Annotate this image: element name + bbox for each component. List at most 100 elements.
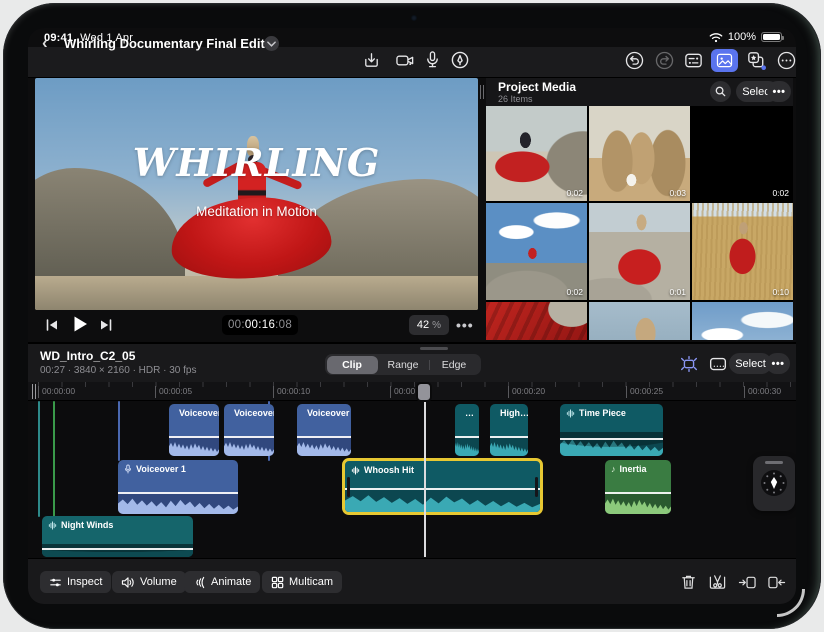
header-more-icon[interactable] [776,50,796,71]
timeline-drag-handle[interactable] [420,347,448,350]
badge-dot [761,65,766,70]
project-title[interactable]: Whirling Documentary Final Edit [64,36,265,51]
clip-duration: 0:10 [772,287,789,297]
viewer-subtitle-overlay: Meditation in Motion [196,204,317,219]
animate-icon [196,576,205,588]
timeline-header: WD_Intro_C2_05 00:27 · 3840 × 2160 · HDR… [28,342,796,382]
animate-button[interactable]: Animate [184,571,261,593]
jog-grab-bar[interactable] [765,461,783,464]
timeline-clip-voiceover2b[interactable]: Voiceover 2 [224,404,274,456]
insert-clip-icon[interactable] [735,570,759,594]
effects-icon[interactable] [745,49,768,72]
connection-line-green [53,401,55,517]
clip-duration: 0:02 [566,188,583,198]
blade-icon[interactable] [705,570,729,594]
timecode-display[interactable]: 00: 00:16:08 [222,315,298,335]
timeline-clip-whoosh-hit-selected[interactable]: Whoosh Hit [342,458,543,515]
media-thumbnail[interactable]: 0:01 [589,203,690,300]
jog-dial[interactable] [761,470,787,496]
skip-back-icon[interactable] [44,317,60,333]
project-media-header: Project Media 26 Items Select ••• [486,78,793,106]
multicam-button[interactable]: Multicam [262,571,343,593]
viewer-title-overlay: WHIRLING [132,140,381,185]
append-clip-icon[interactable] [764,570,788,594]
battery-icon [761,32,784,42]
media-thumbnail[interactable]: 0:02 [692,106,793,201]
media-thumbnail[interactable]: 0:02 [486,106,587,201]
timeline-clip-voiceover2a[interactable]: Voiceover 2 [169,404,219,456]
playhead-line [424,382,426,557]
connection-line-blue [118,401,120,461]
play-icon[interactable] [70,314,90,334]
mode-clip[interactable]: Clip [326,355,378,374]
project-start-marker [32,384,36,399]
clip-duration: 0:03 [669,188,686,198]
project-media-title: Project Media [498,80,577,94]
timeline-overview-icon[interactable] [707,353,729,375]
project-media-panel: Project Media 26 Items Select ••• 0:02 0… [486,78,793,340]
video-viewer: WHIRLING Meditation in Motion [35,78,478,310]
skip-forward-icon[interactable] [98,317,114,333]
browser-panel-icon[interactable] [683,50,704,71]
front-camera [411,15,417,21]
wifi-icon [709,32,723,43]
media-thumbnail-grid: 0:02 0:03 0:02 0:02 0:01 0:10 [486,106,793,340]
playhead-handle[interactable] [416,382,432,402]
timeline-more-icon[interactable]: ••• [766,353,790,374]
timeline-footer-toolbar: Inspect Volume Animate Multicam [28,558,796,604]
media-more-icon[interactable]: ••• [767,81,791,102]
multicam-icon [271,576,284,588]
clip-duration: 0:02 [772,188,789,198]
media-thumbnail[interactable] [589,302,690,340]
back-chevron-icon[interactable]: ‹ [42,33,48,53]
media-thumbnail[interactable]: 0:03 [589,106,690,201]
viewer-ground [35,276,478,310]
timeline-clip-high[interactable]: High… [490,404,528,456]
media-thumbnail[interactable] [692,302,793,340]
battery-percent: 100% [727,31,756,43]
ruler-label: 00:00:10 [273,386,310,398]
timeline-tracks: Voiceover 2 Voiceover 2 Voiceover 3 … Hi… [28,401,796,558]
media-thumbnail[interactable]: 0:10 [692,203,793,300]
undo-icon[interactable] [624,50,645,71]
title-disclosure-icon[interactable] [264,36,279,51]
mode-edge[interactable]: Edge [428,356,480,374]
ruler-label: 00:00:30 [744,386,781,398]
timeline-clip-voiceover1[interactable]: Voiceover 1 [118,460,238,514]
clip-appearance-icon[interactable] [678,353,700,375]
search-icon[interactable] [710,81,731,102]
timeline-clip-voiceover3[interactable]: Voiceover 3 [297,404,351,456]
panel-resize-handle[interactable] [480,85,484,99]
timeline-clip-night-winds[interactable]: Night Winds [42,516,193,557]
timeline-clip-sfx-small[interactable]: … [455,404,479,456]
import-media-icon[interactable] [362,51,381,70]
viewer-zoom-control[interactable]: 42% [409,315,449,335]
ruler-label: 00:00:00 [38,386,75,398]
media-browser-icon[interactable] [711,49,738,72]
inspect-icon [50,578,61,586]
clip-duration: 0:02 [566,287,583,297]
ruler-label: 00:00:05 [155,386,192,398]
timeline-clip-time-piece[interactable]: Time Piece [560,404,663,456]
final-cut-pro-screen: 09:41 Wed 1 Apr 100% ‹ Whirling Documenta… [28,28,796,604]
voiceover-mic-icon[interactable] [424,50,441,70]
delete-icon[interactable] [676,570,700,594]
media-thumbnail[interactable]: 0:02 [486,203,587,300]
inspect-button[interactable]: Inspect [40,571,112,593]
edit-mode-segmented-control: Clip Range Edge [325,354,481,375]
transport-bar: 00: 00:16:08 42% ••• [28,310,478,340]
clip-duration: 0:01 [669,287,686,297]
media-thumbnail[interactable] [486,302,587,340]
mode-range[interactable]: Range [378,356,429,374]
ipad-device-photo: 09:41 Wed 1 Apr 100% ‹ Whirling Documenta… [0,0,824,632]
volume-button[interactable]: Volume [112,571,186,593]
redo-icon[interactable] [654,50,675,71]
camera-record-icon[interactable] [395,51,416,70]
timeline-clip-inertia[interactable]: ♪ Inertia [605,460,671,514]
viewer-more-icon[interactable]: ••• [456,317,474,333]
project-media-count: 26 Items [498,94,533,104]
apple-pencil-icon[interactable] [450,50,470,70]
timeline-ruler[interactable]: 00:00:00 00:00:05 00:00:10 00:00:15 00:0… [28,382,796,401]
ruler-label: 00:00:25 [626,386,663,398]
jog-wheel[interactable] [753,456,795,511]
